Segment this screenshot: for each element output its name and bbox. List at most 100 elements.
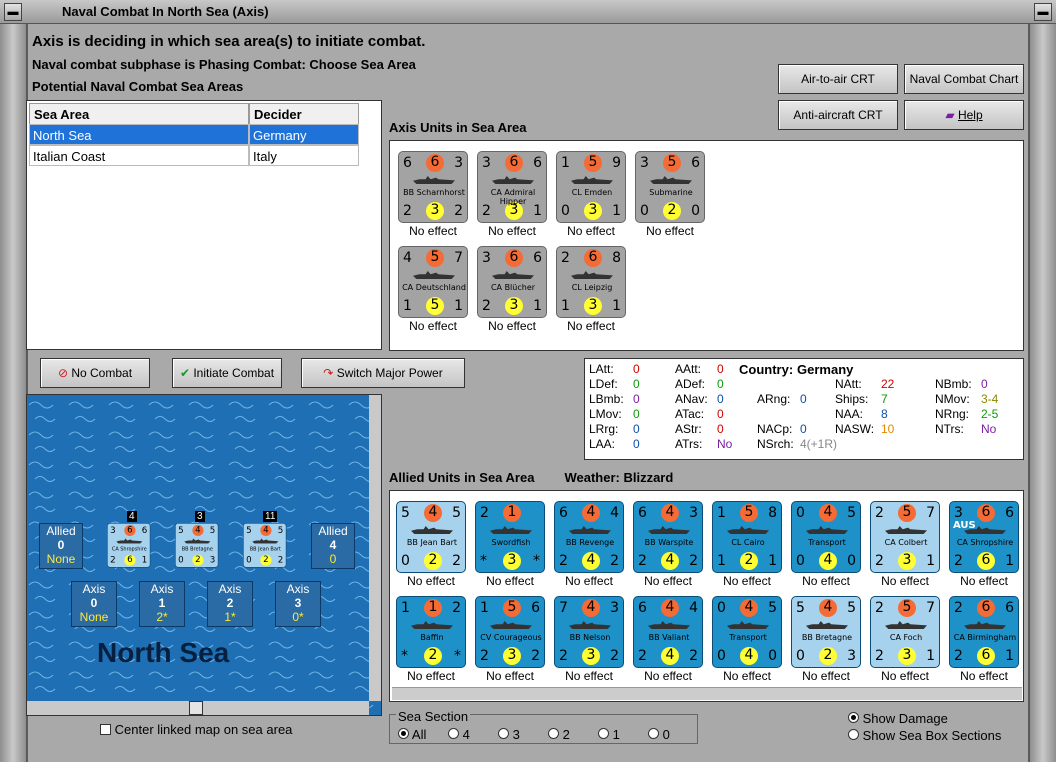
no-combat-button[interactable]: ⊘ No Combat: [40, 358, 150, 388]
counter-value-tr: 5: [277, 525, 284, 536]
radio-button[interactable]: [848, 729, 859, 740]
center-linked-label: Center linked map on sea area: [114, 722, 293, 737]
switch-major-power-button[interactable]: ↷ Switch Major Power: [301, 358, 465, 388]
ship-icon: [648, 526, 690, 534]
effect-label: No effect: [488, 319, 536, 333]
counter-value-br: 1: [1005, 553, 1014, 569]
allied-horizontal-scrollbar[interactable]: [392, 687, 1022, 700]
axis-section-box[interactable]: Axis 3 0*: [275, 581, 321, 627]
unit-counter[interactable]: 2 6 8 1 3 1 CL Leipzig: [556, 246, 626, 318]
map-scroll-thumb[interactable]: [189, 701, 203, 715]
minimize-button[interactable]: ▬: [4, 3, 22, 21]
option-label: All: [411, 727, 427, 742]
map-unit-counter[interactable]: 3 6 6 2 6 1 CA Shropshire: [107, 523, 151, 568]
unit-counter[interactable]: 5 4 5 0 2 3 BB Bretagne: [791, 596, 861, 668]
unit-counter[interactable]: 2 5 7 2 3 1 CA Colbert: [870, 501, 940, 573]
unit-counter[interactable]: 6 4 3 2 4 2 BB Warspite: [633, 501, 703, 573]
axis-section-box[interactable]: Axis 0 None: [71, 581, 117, 627]
unit-counter[interactable]: 4 5 7 1 5 1 CA Deutschland: [398, 246, 468, 318]
unit-counter[interactable]: 6 6 3 2 3 2 BB Scharnhorst: [398, 151, 468, 223]
no-combat-label: No Combat: [71, 366, 133, 380]
unit-counter[interactable]: 3 6 6 2 6 1 CA Shropshire AUS: [949, 501, 1019, 573]
counter-value-bl: 0: [178, 555, 184, 566]
counter-value-bl: 1: [403, 298, 412, 314]
map-unit-counter[interactable]: 5 4 5 0 2 3 BB Bretagne: [175, 523, 219, 568]
effect-label: No effect: [723, 669, 771, 683]
show-sea-box-option[interactable]: Show Sea Box Sections: [848, 728, 1001, 743]
right-border: [1030, 24, 1056, 762]
sea-section-option[interactable]: 1: [598, 727, 620, 742]
axis-sub: 1*: [224, 610, 236, 624]
unit-counter[interactable]: 0 4 5 0 4 0 Transport: [791, 501, 861, 573]
axis-section-box[interactable]: Axis 2 1*: [207, 581, 253, 627]
counter-value-tr: 4: [610, 505, 619, 521]
radio-button[interactable]: [498, 728, 509, 739]
effect-label: No effect: [960, 574, 1008, 588]
unit-counter[interactable]: 1 5 8 1 2 1 CL Cairo: [712, 501, 782, 573]
counter-value-tm: 5: [740, 504, 758, 522]
sea-section-option[interactable]: 3: [498, 727, 520, 742]
unit-counter[interactable]: 1 5 6 2 3 2 CV Courageous: [475, 596, 545, 668]
radio-button[interactable]: [448, 728, 459, 739]
sea-section-option[interactable]: 2: [548, 727, 570, 742]
unit-counter[interactable]: 6 4 4 2 4 2 BB Valiant: [633, 596, 703, 668]
counter-value-tr: 6: [1005, 505, 1014, 521]
allied-box-left[interactable]: Allied 0 None: [39, 523, 83, 569]
initiate-combat-button[interactable]: ✔ Initiate Combat: [172, 358, 282, 388]
table-cell-decider[interactable]: Germany: [249, 124, 359, 145]
center-linked-option[interactable]: Center linked map on sea area: [100, 722, 292, 737]
unit-counter[interactable]: 6 4 4 2 4 2 BB Revenge: [554, 501, 624, 573]
axis-sub: 2*: [156, 610, 168, 624]
table-cell-decider[interactable]: Italy: [249, 145, 359, 166]
table-row-italian-coast[interactable]: Italian Coast: [29, 145, 249, 166]
help-button[interactable]: ▰ Help: [904, 100, 1024, 130]
counter-value-bl: 0: [561, 203, 570, 219]
sea-section-option[interactable]: 4: [448, 727, 470, 742]
unit-counter[interactable]: 2 1 * 3 * Swordfish: [475, 501, 545, 573]
effect-label: No effect: [723, 574, 771, 588]
counter-value-br: 1: [768, 553, 777, 569]
unit-counter[interactable]: 5 4 5 0 2 2 BB Jean Bart: [396, 501, 466, 573]
sea-section-label: Sea Section: [396, 709, 471, 724]
counter-value-tl: 0: [717, 600, 726, 616]
stat-value: 0: [633, 362, 640, 376]
counter-value-tl: 5: [246, 525, 252, 536]
radio-button[interactable]: [648, 728, 659, 739]
stat-label: LAtt:: [589, 362, 614, 376]
counter-value-bm: 4: [582, 552, 600, 570]
map-unit-counter[interactable]: 5 4 5 0 2 2 BB Jean Bart: [243, 523, 287, 568]
unit-counter[interactable]: 7 4 3 2 3 2 BB Nelson: [554, 596, 624, 668]
unit-counter[interactable]: 3 6 6 2 3 1 CA Admiral Hipper: [477, 151, 547, 223]
unit-counter[interactable]: 1 5 9 0 3 1 CL Emden: [556, 151, 626, 223]
unit-counter[interactable]: 1 1 2 * 2 * Baffin: [396, 596, 466, 668]
radio-button[interactable]: [848, 712, 859, 723]
show-damage-option[interactable]: Show Damage: [848, 711, 948, 726]
checkbox[interactable]: [100, 724, 111, 735]
allied-count: 4: [329, 538, 337, 552]
radio-button[interactable]: [398, 728, 409, 739]
radio-button[interactable]: [598, 728, 609, 739]
sea-area-map[interactable]: Allied 0 None Allied 4 0 4 3 6 6 2 6 1 CA Shropshir…: [26, 394, 382, 716]
unit-counter[interactable]: 0 4 5 0 4 0 Transport: [712, 596, 782, 668]
counter-value-bl: 0: [401, 553, 410, 569]
unit-counter[interactable]: 2 6 6 2 6 1 CA Birmingham: [949, 596, 1019, 668]
anti-aircraft-crt-button[interactable]: Anti-aircraft CRT: [778, 100, 898, 130]
air-to-air-crt-button[interactable]: Air-to-air CRT: [778, 64, 898, 94]
counter-value-tr: 6: [691, 155, 700, 171]
axis-section-box[interactable]: Axis 1 2*: [139, 581, 185, 627]
stat-label: NASW:: [835, 422, 875, 436]
radio-button[interactable]: [548, 728, 559, 739]
unit-counter[interactable]: 2 5 7 2 3 1 CA Foch: [870, 596, 940, 668]
unit-counter[interactable]: 3 5 6 0 2 0 Submarine: [635, 151, 705, 223]
naval-combat-chart-button[interactable]: Naval Combat Chart: [904, 64, 1024, 94]
map-vertical-scrollbar[interactable]: [369, 395, 381, 701]
sea-section-option[interactable]: 0: [648, 727, 670, 742]
allied-box-right[interactable]: Allied 4 0: [311, 523, 355, 569]
unit-name: BB Bretagne: [181, 545, 213, 552]
unit-counter[interactable]: 3 6 6 2 3 1 CA Blücher: [477, 246, 547, 318]
effect-label: No effect: [567, 224, 615, 238]
sea-section-option[interactable]: All: [398, 727, 426, 742]
window-close-icon[interactable]: ▬: [1034, 3, 1052, 21]
table-row-north-sea[interactable]: North Sea: [29, 124, 249, 145]
counter-value-tm: 4: [582, 599, 600, 617]
